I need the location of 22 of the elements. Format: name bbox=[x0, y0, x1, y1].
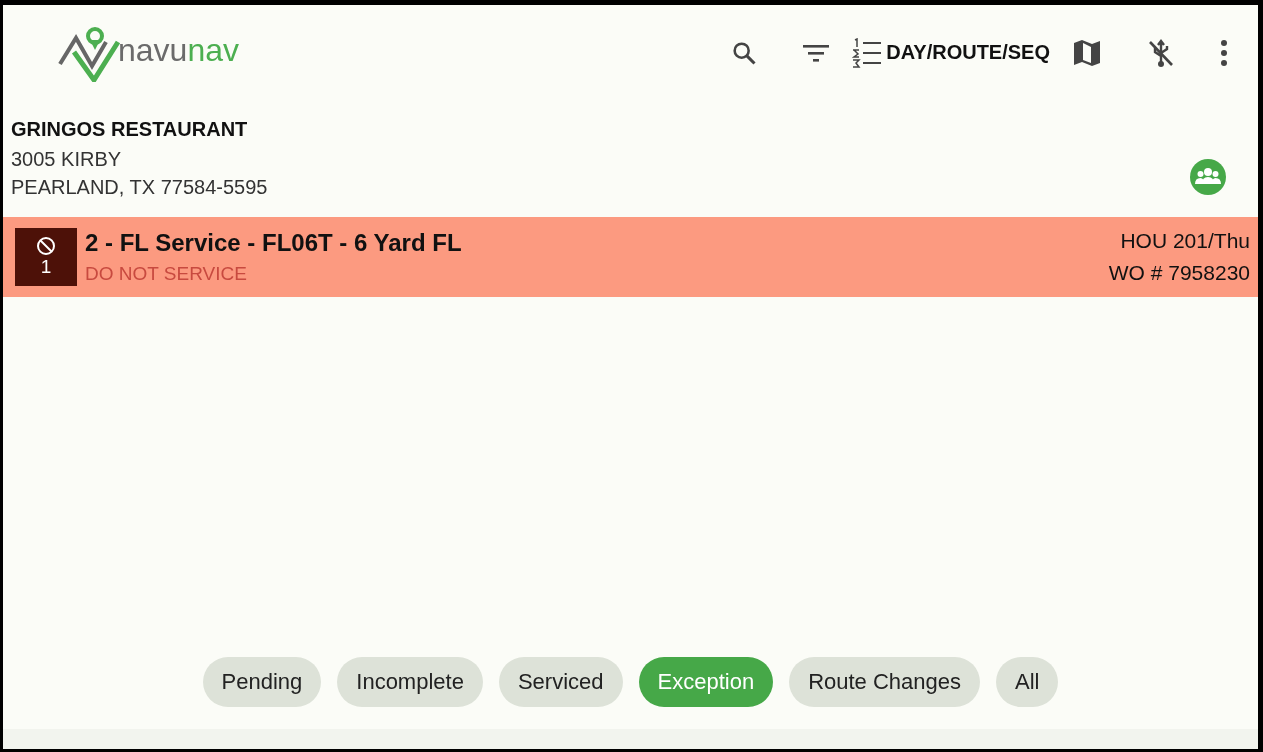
route-text: HOU 201/Thu bbox=[1120, 229, 1250, 253]
filter-chip[interactable]: Pending bbox=[202, 657, 322, 707]
customer-name: GRINGOS RESTAURANT bbox=[11, 118, 249, 142]
filter-chip[interactable]: Serviced bbox=[498, 657, 623, 707]
filter-chip[interactable]: All bbox=[996, 657, 1059, 707]
usb-off-icon[interactable] bbox=[1146, 37, 1176, 68]
order-title: 2 - FL Service - FL06T - 6 Yard FL bbox=[85, 229, 463, 257]
address-line: PEARLAND, TX 77584-5595 bbox=[11, 175, 269, 200]
status-note: DO NOT SERVICE bbox=[85, 263, 248, 285]
filter-chip[interactable]: Incomplete bbox=[337, 657, 483, 707]
numbered-list-icon bbox=[852, 37, 883, 68]
prohibited-icon bbox=[36, 236, 56, 256]
map-icon[interactable] bbox=[1072, 38, 1102, 67]
count-text: 1 bbox=[40, 256, 52, 278]
sort-button[interactable]: DAY/ROUTE/SEQ bbox=[852, 37, 1050, 68]
group-icon[interactable] bbox=[1190, 159, 1226, 195]
more-icon[interactable] bbox=[1220, 38, 1228, 67]
work-order-number: WO # 7958230 bbox=[1108, 261, 1250, 285]
filter-chip[interactable]: Route Changes bbox=[789, 657, 980, 707]
logo-text: navunav bbox=[118, 32, 239, 69]
address-line: 3005 KIRBY bbox=[11, 147, 123, 172]
order-row[interactable]: 1 2 - FL Service - FL06T - 6 Yard FL DO NOT SERVICE HOU 201/Thu WO # 7958230 bbox=[3, 217, 1258, 297]
